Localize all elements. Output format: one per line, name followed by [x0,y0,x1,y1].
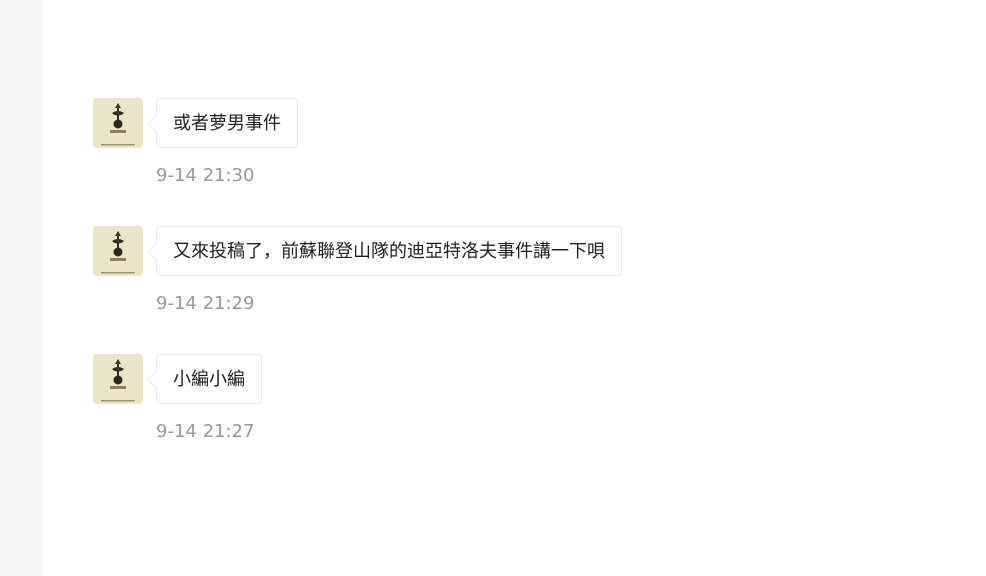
message-bubble: 或者萝男事件 [156,98,298,148]
tottenham-crest-icon [93,226,143,276]
message-timestamp: 9-14 21:27 [156,421,255,442]
message-timestamp: 9-14 21:29 [156,293,255,314]
message-text: 或者萝男事件 [173,113,281,134]
avatar[interactable] [93,98,143,148]
message-text: 又來投稿了，前蘇聯登山隊的迪亞特洛夫事件講一下唄 [173,241,605,262]
left-sidebar-strip [0,0,43,576]
page: 或者萝男事件 9-14 21:30 又來投稿了，前蘇聯登山隊的迪亞特洛夫事件講一… [0,0,986,576]
message-bubble: 小編小編 [156,354,262,404]
avatar[interactable] [93,226,143,276]
message-list: 或者萝男事件 9-14 21:30 又來投稿了，前蘇聯登山隊的迪亞特洛夫事件講一… [43,0,986,576]
message-timestamp: 9-14 21:30 [156,165,255,186]
tottenham-crest-icon [93,354,143,404]
tottenham-crest-icon [93,98,143,148]
message-bubble: 又來投稿了，前蘇聯登山隊的迪亞特洛夫事件講一下唄 [156,226,622,276]
message-text: 小編小編 [173,369,245,390]
avatar[interactable] [93,354,143,404]
